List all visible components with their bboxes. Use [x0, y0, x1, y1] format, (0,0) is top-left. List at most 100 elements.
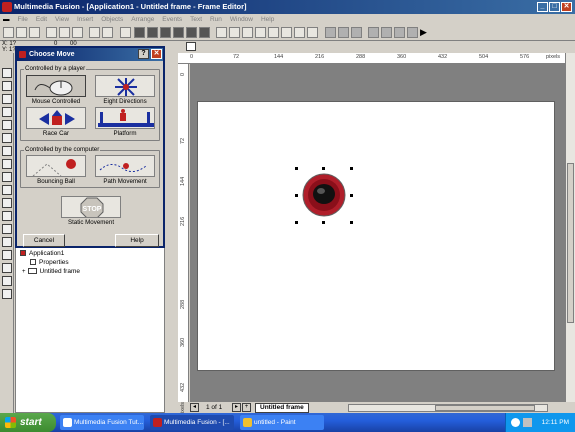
tool-icon-7[interactable] [2, 146, 12, 156]
tool-icon-2[interactable] [2, 81, 12, 91]
expand-icon[interactable]: + [22, 269, 26, 275]
play-icon[interactable]: ▶ [420, 27, 431, 38]
tool-icon-11[interactable] [2, 198, 12, 208]
event-list-icon[interactable] [173, 27, 184, 38]
grid-icon[interactable] [229, 27, 240, 38]
horizontal-scrollbar[interactable] [348, 404, 548, 412]
option-race-car[interactable]: Race Car [22, 107, 90, 137]
frame-icon[interactable] [186, 42, 196, 51]
align-right-icon[interactable] [351, 27, 362, 38]
horizontal-scroll-thumb[interactable] [435, 405, 535, 411]
tool-icon-15[interactable] [2, 250, 12, 260]
resize-handle[interactable] [350, 194, 353, 197]
resize-handle[interactable] [350, 167, 353, 170]
new-icon[interactable] [3, 27, 14, 38]
prev-frame-button[interactable]: ◂ [190, 403, 199, 412]
cut-icon[interactable] [46, 27, 57, 38]
menu-edit[interactable]: Edit [33, 14, 50, 25]
maximize-button[interactable]: □ [549, 2, 560, 12]
menu-arrange[interactable]: Arrange [128, 14, 157, 25]
paste-icon[interactable] [72, 27, 83, 38]
redo-icon[interactable] [102, 27, 113, 38]
tool-icon-18[interactable] [2, 289, 12, 299]
menu-objects[interactable]: Objects [98, 14, 126, 25]
close-button[interactable]: ✕ [561, 2, 572, 12]
resize-handle[interactable] [295, 194, 298, 197]
tool-icon-3[interactable] [2, 94, 12, 104]
copy-icon[interactable] [59, 27, 70, 38]
menu-file[interactable]: File [14, 14, 30, 25]
tool-icon-10[interactable] [2, 185, 12, 195]
menu-insert[interactable]: Insert [74, 14, 96, 25]
event-editor-icon[interactable] [160, 27, 171, 38]
open-icon[interactable] [16, 27, 27, 38]
align-left-icon[interactable] [325, 27, 336, 38]
option-bouncing-ball[interactable]: Bouncing Ball [22, 155, 90, 185]
storyboard-icon[interactable] [134, 27, 145, 38]
save-icon[interactable] [29, 27, 40, 38]
tool-icon-17[interactable] [2, 276, 12, 286]
tool-icon-8[interactable] [2, 159, 12, 169]
layer-icon[interactable] [268, 27, 279, 38]
volume-icon[interactable] [511, 418, 520, 427]
network-icon[interactable] [523, 418, 532, 427]
properties-icon[interactable] [281, 27, 292, 38]
frame-tab[interactable]: Untitled frame [255, 403, 309, 413]
tool-icon-13[interactable] [2, 224, 12, 234]
menu-events[interactable]: Events [159, 14, 185, 25]
zoom-icon[interactable] [216, 27, 227, 38]
mdi-icon[interactable]: ▬ [0, 14, 13, 25]
option-path-movement[interactable]: Path Movement [91, 155, 159, 185]
clock[interactable]: 12:11 PM [542, 419, 569, 426]
step-icon[interactable] [407, 27, 418, 38]
vertical-scroll-thumb[interactable] [567, 163, 574, 323]
cancel-button[interactable]: Cancel [23, 234, 65, 247]
tool-icon-5[interactable] [2, 120, 12, 130]
resize-handle[interactable] [295, 167, 298, 170]
step-through-icon[interactable] [199, 27, 210, 38]
tool-icon-9[interactable] [2, 172, 12, 182]
resize-handle[interactable] [350, 221, 353, 224]
tree-item-properties[interactable]: Properties [30, 259, 69, 266]
run-frame-icon[interactable] [368, 27, 379, 38]
frame-canvas[interactable] [197, 101, 555, 371]
tool-icon-1[interactable] [2, 68, 12, 78]
start-button[interactable]: start [0, 413, 56, 432]
dialog-help-button[interactable]: ? [138, 49, 149, 59]
tool-icon-16[interactable] [2, 263, 12, 273]
menu-run[interactable]: Run [207, 14, 225, 25]
tool-icon-4[interactable] [2, 107, 12, 117]
undo-icon[interactable] [89, 27, 100, 38]
tree-item-application[interactable]: Application1 [20, 250, 64, 257]
help-pointer-icon[interactable] [120, 27, 131, 38]
minimize-button[interactable]: _ [537, 2, 548, 12]
tool-icon-6[interactable] [2, 133, 12, 143]
menu-help[interactable]: Help [258, 14, 277, 25]
align-center-icon[interactable] [338, 27, 349, 38]
dialog-close-button[interactable]: ✕ [151, 49, 162, 59]
vertical-scrollbar[interactable] [565, 53, 575, 402]
resize-handle[interactable] [322, 167, 325, 170]
option-static-movement[interactable]: STOP Static Movement [57, 196, 125, 226]
help-button[interactable]: Help [115, 234, 159, 247]
active-object[interactable] [295, 167, 353, 224]
task-paint[interactable]: untitled - Paint [240, 415, 324, 430]
pause-icon[interactable] [394, 27, 405, 38]
library-icon[interactable] [294, 27, 305, 38]
tool-icon-14[interactable] [2, 237, 12, 247]
menu-window[interactable]: Window [227, 14, 256, 25]
frame-editor-icon[interactable] [147, 27, 158, 38]
resize-handle[interactable] [295, 221, 298, 224]
task-fusion-app[interactable]: Multimedia Fusion - [... [150, 415, 234, 430]
tree-item-frame[interactable]: + Untitled frame [22, 268, 80, 275]
option-mouse-controlled[interactable]: Mouse Controlled [22, 75, 90, 105]
picture-icon[interactable] [307, 27, 318, 38]
next-frame-button[interactable]: ▸ [232, 403, 241, 412]
task-fusion-tutorial[interactable]: Multimedia Fusion Tut... [60, 415, 144, 430]
resize-handle[interactable] [322, 221, 325, 224]
object-align-icon[interactable] [255, 27, 266, 38]
data-elements-icon[interactable] [186, 27, 197, 38]
stop-icon[interactable] [381, 27, 392, 38]
snap-icon[interactable] [242, 27, 253, 38]
option-platform[interactable]: Platform [91, 107, 159, 137]
